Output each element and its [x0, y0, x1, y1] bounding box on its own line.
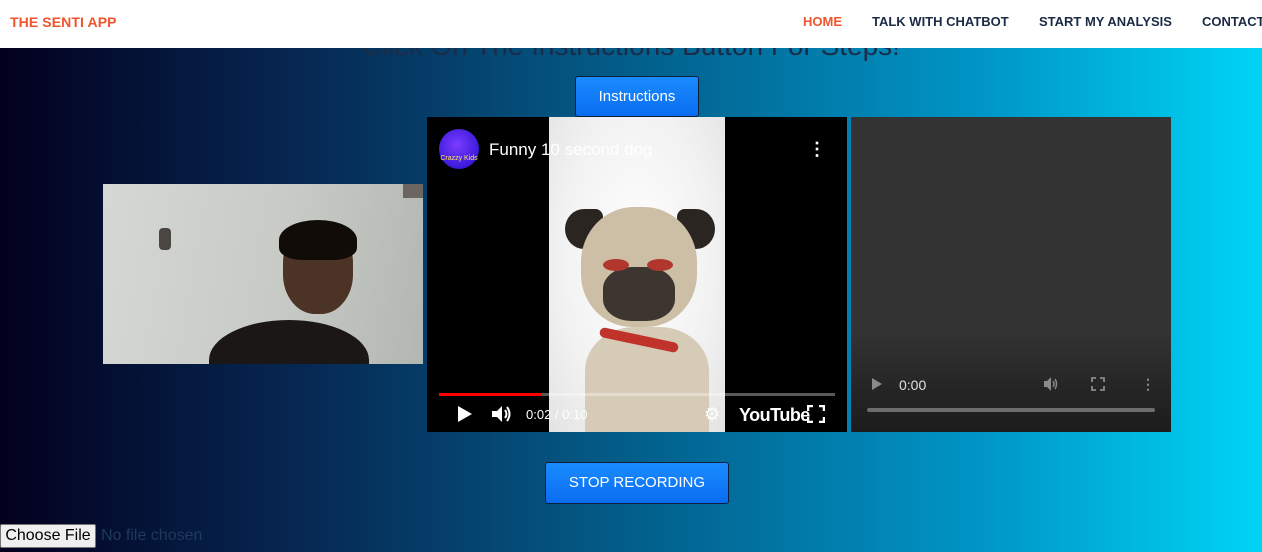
rec-time: 0:00: [899, 377, 927, 393]
channel-avatar[interactable]: Crazzy Kids: [439, 129, 479, 169]
webcam-shelf: [403, 184, 423, 198]
rec-more-options-icon[interactable]: ⋮: [1141, 376, 1155, 393]
pug-eye-right: [647, 259, 673, 271]
pug-mask: [603, 267, 675, 321]
recorded-video-player[interactable]: 0:00 ⋮: [851, 117, 1171, 432]
youtube-player[interactable]: Crazzy Kids Funny 10 second dog ⋮ 0:02 /…: [427, 117, 847, 432]
webcam-person-body: [209, 320, 369, 364]
nav-home-link[interactable]: HOME: [803, 14, 842, 29]
rec-play-icon[interactable]: [871, 377, 883, 396]
nav-analysis-link[interactable]: START MY ANALYSIS: [1039, 14, 1172, 29]
webcam-wall-fixture: [159, 228, 171, 250]
video-progress-fill: [439, 393, 542, 396]
brand-logo-text[interactable]: THE SENTI APP: [10, 14, 117, 30]
video-progress-bar[interactable]: [439, 393, 835, 396]
rec-progress-bar[interactable]: [867, 408, 1155, 412]
nav-contact-link[interactable]: CONTACT: [1202, 14, 1262, 29]
rec-fullscreen-icon[interactable]: [1091, 377, 1105, 396]
navbar-overlay: THE SENTI APP HOME TALK WITH CHATBOT STA…: [0, 0, 1262, 48]
instructions-button[interactable]: Instructions: [575, 76, 699, 117]
video-time: 0:02 / 0:10: [526, 407, 588, 422]
choose-file-button[interactable]: Choose File: [0, 524, 96, 548]
volume-icon[interactable]: [491, 404, 513, 424]
webcam-feed: [103, 184, 423, 364]
pug-eye-left: [603, 259, 629, 271]
youtube-logo[interactable]: YouTube: [739, 405, 810, 426]
play-icon[interactable]: [455, 405, 473, 423]
stop-recording-button[interactable]: STOP RECORDING: [545, 462, 729, 504]
more-options-icon[interactable]: ⋮: [807, 137, 827, 161]
settings-gear-icon[interactable]: ⚙: [704, 404, 724, 424]
fullscreen-icon[interactable]: [806, 404, 826, 424]
video-frame: [549, 117, 725, 432]
nav-chatbot-link[interactable]: TALK WITH CHATBOT: [872, 14, 1009, 29]
rec-volume-icon[interactable]: [1043, 376, 1059, 397]
video-title[interactable]: Funny 10 second dog: [489, 140, 653, 160]
webcam-person-hair: [279, 220, 357, 260]
file-status-text: No file chosen: [101, 527, 203, 544]
